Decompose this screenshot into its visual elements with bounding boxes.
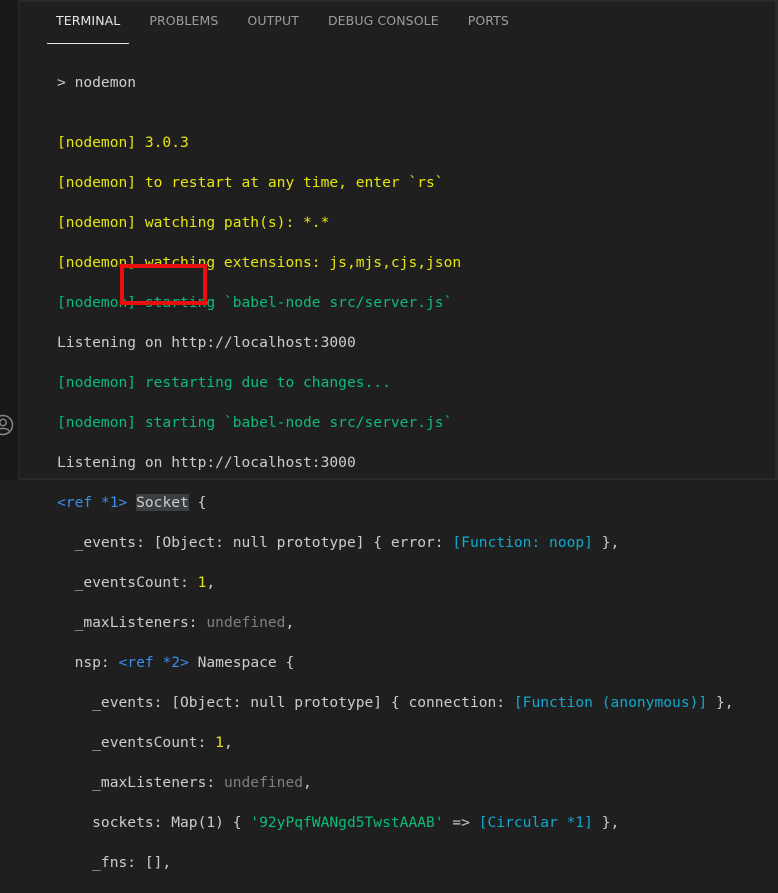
- circular-ref: [Circular *1]: [478, 814, 593, 831]
- terminal-line: _maxListeners: undefined,: [57, 614, 295, 631]
- key-text: sockets: Map(1) {: [57, 814, 251, 831]
- number-value: 1: [215, 734, 224, 751]
- terminal-line: _maxListeners: undefined,: [57, 774, 312, 791]
- function-text: [Function: noop]: [452, 534, 593, 551]
- terminal-line: [nodemon] to restart at any time, enter …: [57, 174, 444, 191]
- terminal-line: [nodemon] restarting due to changes...: [57, 374, 391, 391]
- account-icon[interactable]: [0, 414, 14, 436]
- terminal-line: <ref *1> Socket {: [57, 493, 768, 513]
- terminal-line: Listening on http://localhost:3000: [57, 454, 356, 471]
- terminal-output[interactable]: > nodemon [nodemon] 3.0.3 [nodemon] to r…: [57, 53, 768, 893]
- key-text: _events: [Object: null prototype] { erro…: [57, 534, 453, 551]
- tab-ports[interactable]: PORTS: [459, 0, 518, 44]
- terminal-line: nsp: <ref *2> Namespace {: [57, 653, 768, 673]
- tab-problems[interactable]: PROBLEMS: [140, 0, 227, 44]
- terminal-line: _fns: [],: [57, 854, 172, 871]
- terminal-line: [nodemon] watching extensions: js,mjs,cj…: [57, 254, 462, 271]
- key-text: nsp:: [57, 654, 119, 671]
- class-name: Namespace {: [188, 654, 295, 671]
- tab-debug-console[interactable]: DEBUG CONSOLE: [319, 0, 448, 44]
- terminal-line: [nodemon] watching path(s): *.*: [57, 214, 330, 231]
- key-text: _events: [Object: null prototype] { conn…: [57, 694, 514, 711]
- tab-output[interactable]: OUTPUT: [238, 0, 308, 44]
- panel-tabs: TERMINAL PROBLEMS OUTPUT DEBUG CONSOLE P…: [47, 0, 529, 44]
- undefined-value: undefined: [223, 774, 304, 791]
- brace-text: },: [592, 534, 620, 551]
- arrow-text: =>: [443, 814, 479, 831]
- string-value: '92yPqfWANgd5TwstAAAB': [250, 814, 444, 831]
- function-text: [Function (anonymous)]: [513, 694, 708, 711]
- ref-tag: <ref *2>: [118, 654, 189, 671]
- terminal-line: [nodemon] 3.0.3: [57, 134, 189, 151]
- key-text: _maxListeners:: [57, 614, 207, 631]
- terminal-line: _events: [Object: null prototype] { erro…: [57, 533, 768, 553]
- ref-tag: <ref *1>: [57, 494, 128, 511]
- tab-terminal[interactable]: TERMINAL: [47, 0, 130, 44]
- brace-text: {: [188, 494, 207, 511]
- socket-token: Socket: [136, 494, 189, 511]
- terminal-command: > nodemon: [57, 74, 137, 91]
- terminal-line: sockets: Map(1) { '92yPqfWANgd5TwstAAAB'…: [57, 813, 768, 833]
- terminal-line: [nodemon] starting `babel-node src/serve…: [57, 414, 453, 431]
- number-value: 1: [197, 574, 207, 591]
- terminal-line: [nodemon] starting `babel-node src/serve…: [57, 294, 453, 311]
- brace-text: },: [592, 814, 620, 831]
- terminal-line: _eventsCount: 1,: [57, 574, 216, 591]
- key-text: _eventsCount:: [57, 574, 198, 591]
- undefined-value: undefined: [206, 614, 286, 631]
- key-text: _eventsCount:: [57, 734, 216, 751]
- key-text: _maxListeners:: [57, 774, 224, 791]
- brace-text: },: [707, 694, 734, 711]
- terminal-line: _eventsCount: 1,: [57, 734, 233, 751]
- terminal-line: Listening on http://localhost:3000: [57, 334, 356, 351]
- activity-bar: [0, 0, 19, 480]
- terminal-line: _events: [Object: null prototype] { conn…: [57, 693, 768, 713]
